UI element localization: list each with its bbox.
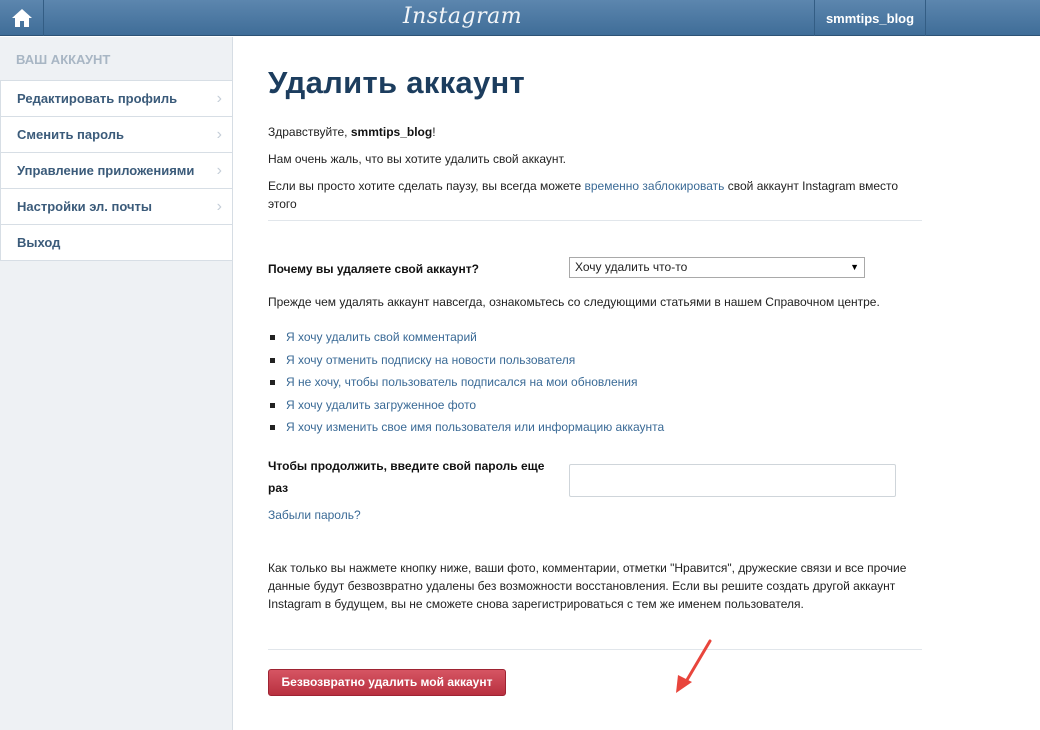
sorry-text: Нам очень жаль, что вы хотите удалить св… (268, 152, 567, 166)
sidebar-item-edit-profile[interactable]: Редактировать профиль › (0, 81, 232, 117)
reason-select[interactable]: Хочу удалить что-то ▼ (569, 257, 865, 278)
greeting-text: Здравствуйте, smmtips_blog! (268, 125, 436, 139)
password-input[interactable] (569, 464, 896, 497)
chevron-right-icon: › (216, 126, 222, 143)
chevron-right-icon: › (216, 162, 222, 179)
sidebar-item-logout[interactable]: Выход (0, 225, 232, 261)
sidebar-item-email-settings[interactable]: Настройки эл. почты › (0, 189, 232, 225)
help-links-list: Я хочу удалить свой комментарий Я хочу о… (268, 329, 664, 442)
sidebar-item-label: Управление приложениями (17, 163, 195, 178)
divider (268, 649, 922, 650)
help-link-unfollow[interactable]: Я хочу отменить подписку на новости поль… (286, 353, 575, 367)
sidebar-item-label: Сменить пароль (17, 127, 124, 142)
list-item: Я хочу удалить свой комментарий (268, 329, 664, 352)
bullet-icon (270, 357, 275, 363)
help-link-delete-comment[interactable]: Я хочу удалить свой комментарий (286, 330, 477, 344)
sidebar-item-label: Выход (17, 235, 61, 250)
list-item: Я хочу удалить загруженное фото (268, 397, 664, 420)
help-link-delete-photo[interactable]: Я хочу удалить загруженное фото (286, 398, 476, 412)
bullet-icon (270, 335, 275, 340)
bullet-icon (270, 380, 275, 385)
sidebar-item-label: Редактировать профиль (17, 91, 178, 106)
list-item: Я хочу изменить свое имя пользователя ил… (268, 419, 664, 442)
password-label: Чтобы продолжить, введите свой пароль ещ… (268, 459, 545, 495)
sidebar-item-label: Настройки эл. почты (17, 199, 153, 214)
reason-selected-value: Хочу удалить что-то (575, 260, 688, 274)
list-item: Я не хочу, чтобы пользователь подписался… (268, 374, 664, 397)
help-link-change-username[interactable]: Я хочу изменить свое имя пользователя ил… (286, 420, 664, 434)
temporarily-disable-link[interactable]: временно заблокировать (585, 179, 725, 193)
page-title: Удалить аккаунт (268, 65, 526, 100)
reason-label: Почему вы удаляете свой аккаунт? (268, 262, 479, 276)
instagram-logo[interactable]: Instagram (0, 4, 925, 29)
sidebar-item-change-password[interactable]: Сменить пароль › (0, 117, 232, 153)
pause-text: Если вы просто хотите сделать паузу, вы … (268, 179, 899, 211)
list-item: Я хочу отменить подписку на новости поль… (268, 352, 664, 375)
account-sidebar: ВАШ АККАУНТ Редактировать профиль › Смен… (0, 37, 233, 730)
greeting-username: smmtips_blog (350, 125, 433, 139)
dropdown-arrow-icon: ▼ (850, 262, 859, 272)
help-intro-text: Прежде чем удалять аккаунт навсегда, озн… (268, 295, 880, 309)
bullet-icon (270, 402, 275, 408)
help-link-block-follower[interactable]: Я не хочу, чтобы пользователь подписался… (286, 375, 638, 389)
chevron-right-icon: › (216, 198, 222, 215)
forgot-password-link[interactable]: Забыли пароль? (268, 508, 361, 522)
sidebar-title: ВАШ АККАУНТ (16, 52, 111, 67)
divider (268, 220, 922, 221)
username-menu[interactable]: smmtips_blog (814, 0, 926, 36)
sidebar-menu: Редактировать профиль › Сменить пароль ›… (0, 80, 232, 261)
warning-text: Как только вы нажмете кнопку ниже, ваши … (268, 561, 907, 611)
bullet-icon (270, 425, 275, 430)
chevron-right-icon: › (216, 90, 222, 107)
annotation-arrow-icon (676, 639, 712, 693)
top-navigation-bar: Instagram smmtips_blog (0, 0, 1040, 36)
delete-account-button[interactable]: Безвозвратно удалить мой аккаунт (268, 669, 506, 696)
sidebar-item-manage-apps[interactable]: Управление приложениями › (0, 153, 232, 189)
